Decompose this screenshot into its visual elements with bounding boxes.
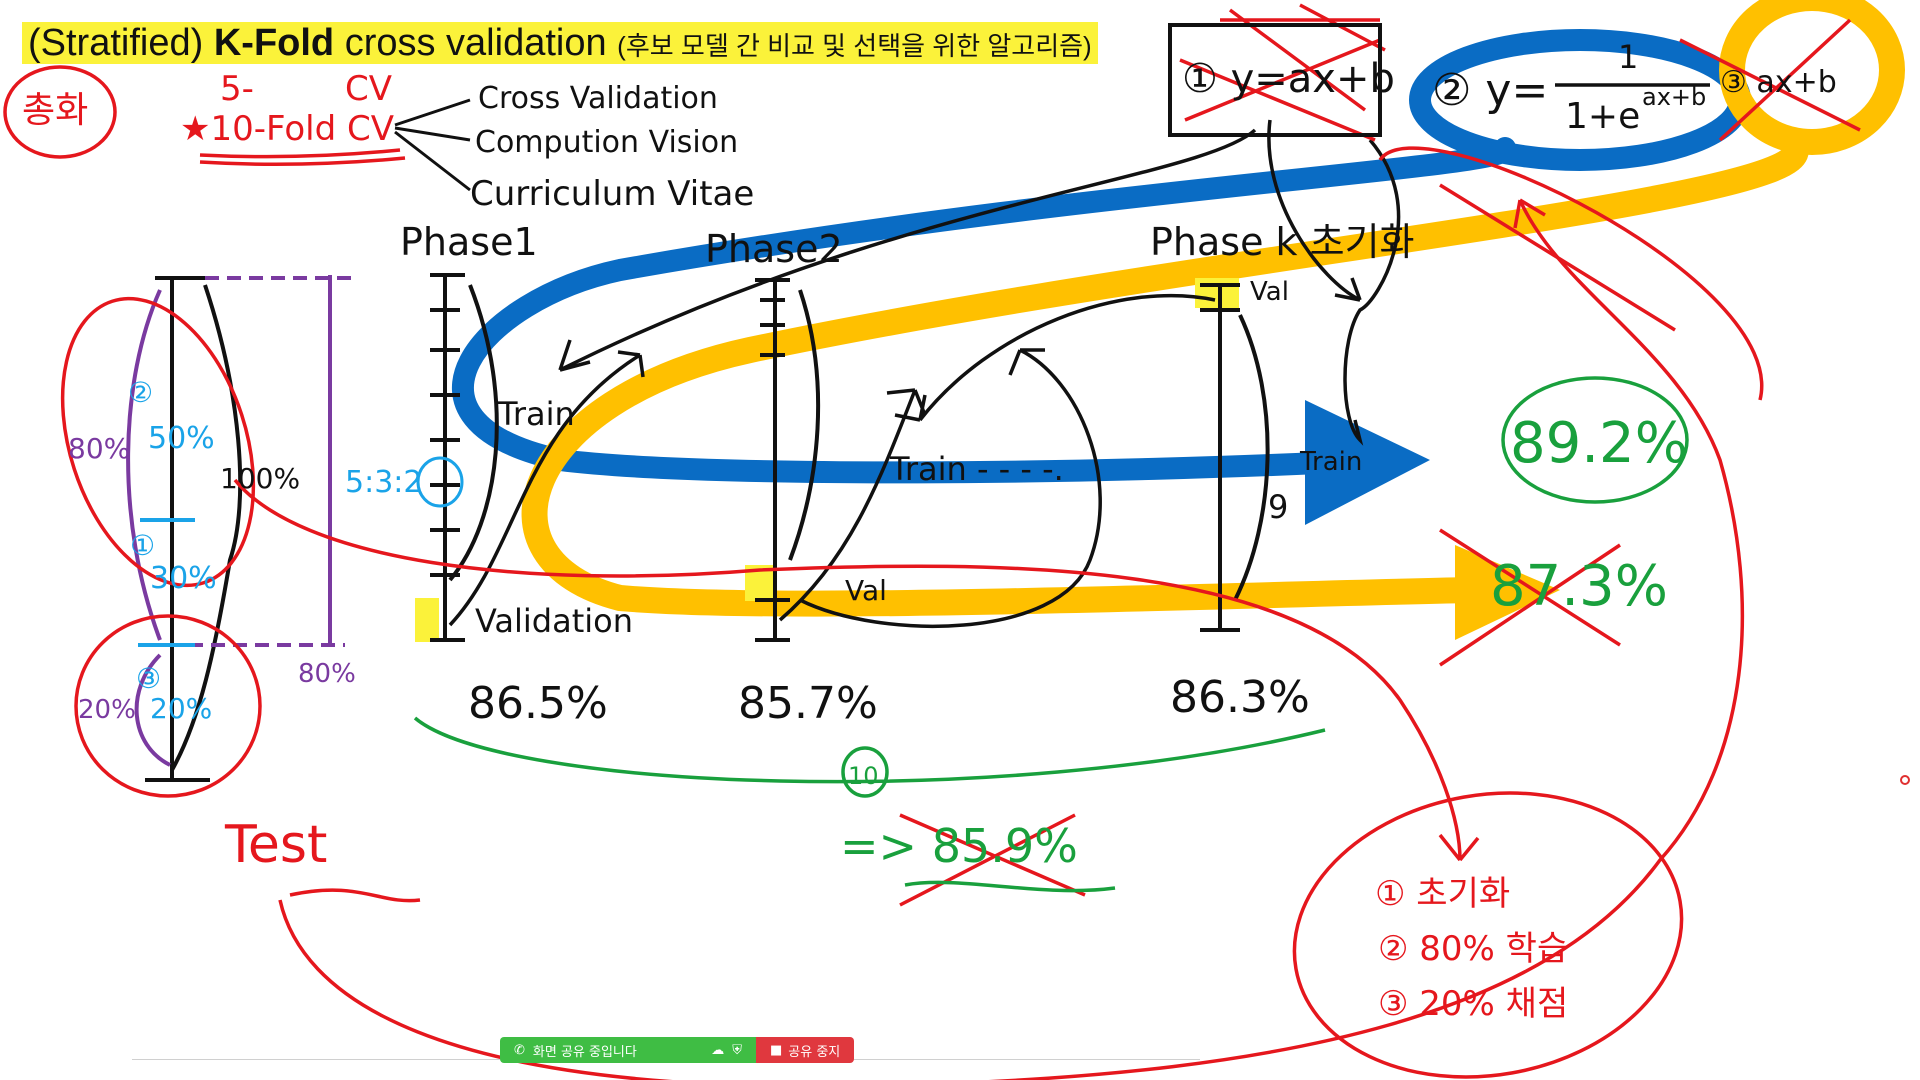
phasek-score: 86.3% [1170, 672, 1310, 723]
model2-prefix: ② y= [1432, 65, 1548, 116]
cv-arrows [394, 98, 471, 192]
model3-formula: ③ ax+b [1720, 65, 1837, 100]
train-label-2: Train - - - -. [889, 450, 1064, 488]
model2-numerator: 1 [1618, 38, 1638, 76]
phase2-label: Phase2 [705, 227, 843, 271]
whiteboard-canvas: 총화 5- CV ★10-Fold CV Cross Validation Co… [3, 0, 1905, 1080]
ratio-label: 5:3:2 [345, 465, 422, 500]
model2-denominator: 1+e [1565, 96, 1640, 137]
stop-share-label: 공유 중지 [788, 1044, 841, 1060]
circle-2-label: ② [128, 376, 153, 409]
circle-1-label: ① [130, 529, 155, 562]
pct-20-label: 20% [78, 695, 136, 725]
train-label-3: Train [1299, 447, 1362, 477]
nine-label: 9 [1268, 488, 1288, 526]
model1-formula: ① y=ax+b [1182, 56, 1395, 102]
score-yellow-model: 87.3% [1490, 554, 1668, 619]
pct-80b-label: 80% [298, 659, 356, 689]
cloud-icon[interactable]: ☁ [711, 1043, 724, 1058]
train-label-1: Train [497, 395, 575, 433]
step-3: ③ 20% 채점 [1378, 984, 1568, 1024]
ten-label: 10 [848, 762, 879, 790]
avg-score: => 85.9% [840, 819, 1078, 873]
phase2-score: 85.7% [738, 678, 878, 729]
cyan-ink [416, 456, 464, 508]
cv-meaning-2: Compution Vision [475, 125, 738, 160]
step-2: ② 80% 학습 [1378, 929, 1568, 969]
cv-top-label: CV [345, 69, 392, 109]
stop-share-button[interactable]: ■ 공유 중지 [756, 1037, 855, 1063]
share-status-area[interactable]: ✆ 화면 공유 중입니다 ☁ ⛨ [500, 1037, 756, 1063]
cv-meaning-1: Cross Validation [478, 81, 718, 116]
stop-icon: ■ [770, 1042, 783, 1058]
phasek-label: Phase k 초기화 [1150, 220, 1415, 264]
share-status-text: 화면 공유 중입니다 [532, 1044, 637, 1060]
model2-exponent: ax+b [1642, 83, 1706, 111]
validation-highlight-3 [1195, 278, 1239, 308]
phase1-label: Phase1 [400, 220, 538, 264]
pct-50-label: 50% [148, 421, 215, 456]
val-label-1: Val [845, 574, 887, 607]
validation-highlight-1 [415, 598, 439, 642]
step-1: ① 초기화 [1375, 874, 1510, 914]
phase1-score: 86.5% [468, 678, 608, 729]
summary-tag: 총화 [22, 90, 88, 131]
circle-3-label: ③ [136, 662, 161, 695]
test-label: Test [224, 815, 327, 875]
fold5-label: 5- [220, 69, 254, 109]
pct-20b-label: 20% [150, 692, 212, 725]
pct-100-label: 100% [220, 462, 300, 495]
validation-label: Validation [475, 602, 633, 640]
pct-80-label: 80% [68, 432, 130, 465]
screen-share-bar: ✆ 화면 공유 중입니다 ☁ ⛨ ■ 공유 중지 [500, 1037, 855, 1063]
share-phone-icon: ✆ [514, 1042, 525, 1058]
fold10-label: ★10-Fold CV [180, 109, 394, 149]
score-blue-model: 89.2% [1510, 411, 1688, 476]
shield-icon[interactable]: ⛨ [732, 1043, 742, 1058]
val-label-2: Val [1250, 277, 1289, 307]
recording-indicator-icon [1900, 775, 1910, 785]
pct-30-label: 30% [150, 561, 217, 596]
cv-meaning-3: Curriculum Vitae [470, 174, 754, 214]
